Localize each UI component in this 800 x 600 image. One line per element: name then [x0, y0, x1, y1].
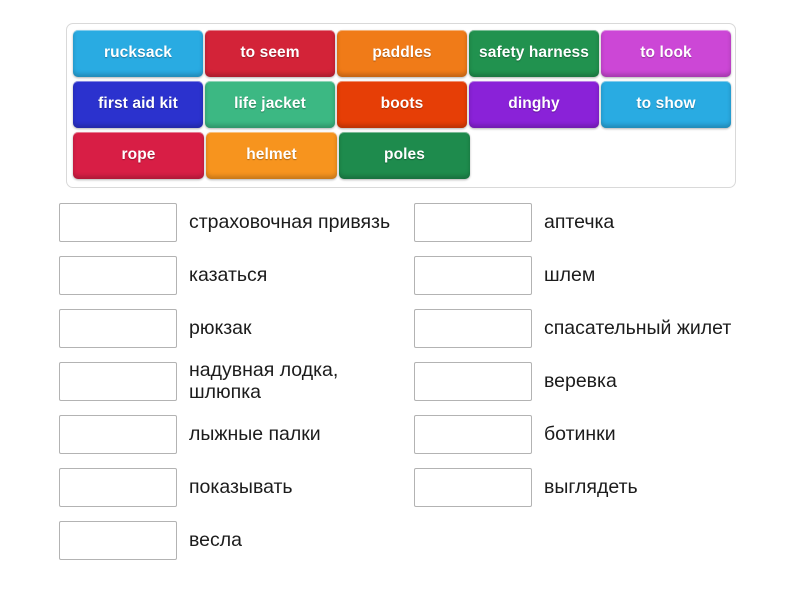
word-tile-label: to show — [636, 95, 696, 113]
answer-drop-box[interactable] — [414, 309, 532, 348]
word-tile-label: dinghy — [508, 95, 560, 113]
word-tile-label: to seem — [240, 44, 300, 62]
answer-label: показывать — [189, 475, 293, 498]
answer-label: веревка — [544, 369, 617, 392]
word-tile-label: rucksack — [103, 44, 173, 62]
answer-column-left: страховочная привязь казаться рюкзак надувн… — [59, 196, 399, 567]
tile-row: rucksack to seem paddles safety harness to l… — [71, 30, 731, 77]
tile-row: rope helmet poles — [71, 132, 731, 179]
answer-row: спасательный жилет — [414, 302, 754, 355]
answer-label: выглядеть — [544, 475, 638, 498]
word-tile[interactable]: poles — [339, 132, 470, 179]
answer-column-right: аптечка шлем спасательный жилет веревка боти… — [414, 196, 754, 514]
answer-drop-box[interactable] — [59, 521, 177, 560]
word-tile-tray: rucksack to seem paddles safety harness to l… — [66, 23, 736, 188]
answer-row: показывать — [59, 461, 399, 514]
answer-row: шлем — [414, 249, 754, 302]
answer-row: лыжные палки — [59, 408, 399, 461]
answer-row: рюкзак — [59, 302, 399, 355]
answer-drop-box[interactable] — [59, 309, 177, 348]
word-tile[interactable]: dinghy — [469, 81, 599, 128]
answer-label: ботинки — [544, 422, 616, 445]
answer-label: надувная лодка, шлюпка — [189, 358, 339, 403]
answer-label: шлем — [544, 263, 596, 286]
word-tile[interactable]: to look — [601, 30, 731, 77]
answer-row: ботинки — [414, 408, 754, 461]
answer-label: спасательный жилет — [544, 316, 732, 339]
word-tile[interactable]: to seem — [205, 30, 335, 77]
answer-drop-box[interactable] — [414, 468, 532, 507]
answer-row: выглядеть — [414, 461, 754, 514]
word-tile-label: life jacket — [234, 95, 306, 113]
word-tile[interactable]: paddles — [337, 30, 467, 77]
word-tile-label: safety harness — [479, 44, 589, 62]
word-tile-label: to look — [640, 44, 692, 62]
word-tile[interactable]: rucksack — [73, 30, 203, 77]
answer-drop-box[interactable] — [59, 468, 177, 507]
answer-row: казаться — [59, 249, 399, 302]
answer-label: весла — [189, 528, 242, 551]
answer-drop-box[interactable] — [59, 415, 177, 454]
word-tile[interactable]: boots — [337, 81, 467, 128]
answer-row: надувная лодка, шлюпка — [59, 355, 399, 408]
word-tile[interactable]: helmet — [206, 132, 337, 179]
answer-row: веревка — [414, 355, 754, 408]
word-tile-label: boots — [380, 95, 424, 113]
word-tile[interactable]: rope — [73, 132, 204, 179]
word-tile-label: first aid kit — [98, 95, 178, 113]
word-tile[interactable]: first aid kit — [73, 81, 203, 128]
answer-row: аптечка — [414, 196, 754, 249]
word-tile[interactable]: life jacket — [205, 81, 335, 128]
answer-drop-box[interactable] — [414, 415, 532, 454]
answer-drop-box[interactable] — [414, 256, 532, 295]
answer-drop-box[interactable] — [414, 203, 532, 242]
answer-label: рюкзак — [189, 316, 252, 339]
answer-drop-box[interactable] — [59, 256, 177, 295]
word-tile[interactable]: safety harness — [469, 30, 599, 77]
word-tile-label: helmet — [246, 146, 297, 164]
answer-drop-box[interactable] — [59, 362, 177, 401]
answer-label: казаться — [189, 263, 268, 286]
word-tile-label: paddles — [372, 44, 432, 62]
answer-drop-box[interactable] — [414, 362, 532, 401]
answer-row: весла — [59, 514, 399, 567]
answer-drop-box[interactable] — [59, 203, 177, 242]
word-tile-label: poles — [384, 146, 425, 164]
tile-row: first aid kit life jacket boots dinghy to sh… — [71, 81, 731, 128]
word-tile[interactable]: to show — [601, 81, 731, 128]
answer-label: аптечка — [544, 210, 615, 233]
answer-label: лыжные палки — [189, 422, 321, 445]
word-tile-label: rope — [121, 146, 156, 164]
answer-label: страховочная привязь — [189, 210, 391, 233]
answer-row: страховочная привязь — [59, 196, 399, 249]
